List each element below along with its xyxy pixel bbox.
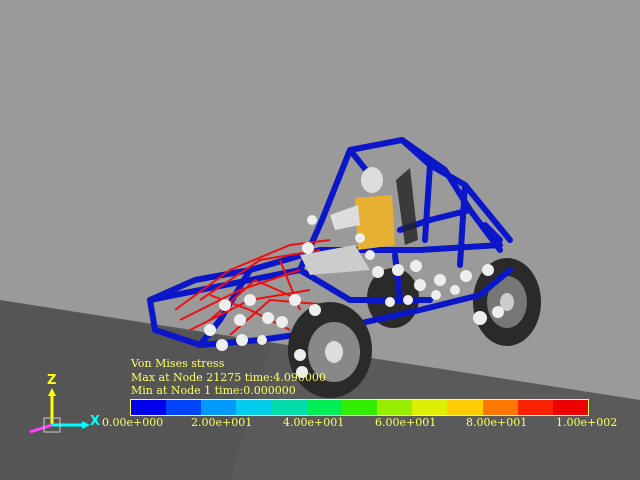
colorbar-segment bbox=[482, 400, 518, 415]
legend-title: Von Mises stress bbox=[131, 357, 225, 370]
colorbar-segment bbox=[201, 400, 237, 415]
colorbar-segment bbox=[271, 400, 307, 415]
colorbar-segment bbox=[166, 400, 202, 415]
legend-max-info: Max at Node 21275 time:4.090000 bbox=[131, 371, 326, 384]
colorbar-segment bbox=[131, 400, 167, 415]
colorbar-segment bbox=[447, 400, 483, 415]
colorbar-tick-label: 6.00e+001 bbox=[375, 416, 437, 429]
colorbar-segment bbox=[377, 400, 413, 415]
driver-figure bbox=[300, 167, 418, 275]
colorbar-segment bbox=[517, 400, 553, 415]
x-axis-label: X bbox=[90, 414, 101, 429]
colorbar-tick-label: 2.00e+001 bbox=[191, 416, 253, 429]
colorbar-tick-label: 1.00e+002 bbox=[556, 416, 618, 429]
colorbar-tick-label: 4.00e+001 bbox=[283, 416, 345, 429]
colorbar-segment bbox=[306, 400, 342, 415]
colorbar-tick-label: 0.00e+000 bbox=[102, 416, 164, 429]
colorbar-segment bbox=[412, 400, 448, 415]
colorbar-tick-label: 8.00e+001 bbox=[466, 416, 528, 429]
legend-min-info: Min at Node 1 time:0.000000 bbox=[131, 384, 296, 397]
z-axis-label: Z bbox=[47, 373, 57, 388]
colorbar-segment bbox=[552, 400, 589, 415]
colorbar-segment bbox=[236, 400, 272, 415]
stress-colorbar bbox=[130, 399, 589, 416]
colorbar-segment bbox=[341, 400, 378, 415]
